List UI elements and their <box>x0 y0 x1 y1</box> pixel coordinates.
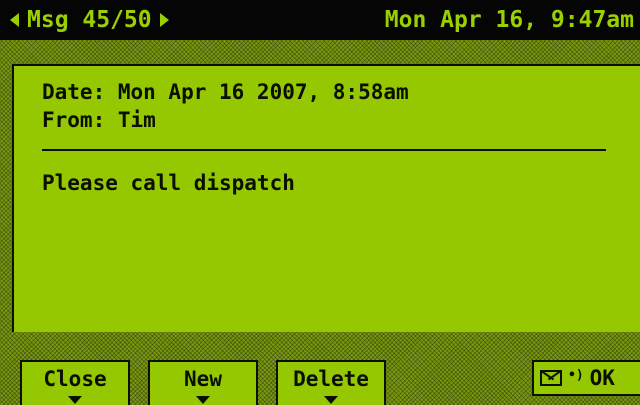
down-arrow-icon <box>68 396 82 404</box>
close-button[interactable]: Close <box>20 360 130 405</box>
down-arrow-icon <box>196 396 210 404</box>
new-button[interactable]: New <box>148 360 258 405</box>
down-arrow-icon <box>324 396 338 404</box>
close-button-label: Close <box>43 367 107 391</box>
next-message-icon[interactable] <box>159 13 169 27</box>
delete-button-label: Delete <box>293 367 369 391</box>
ok-button-label: OK <box>589 366 615 390</box>
status-bar: Msg 45/50 Mon Apr 16, 9:47am <box>0 0 640 40</box>
message-sender: From: Tim <box>42 108 156 132</box>
message-body: Please call dispatch <box>42 171 295 195</box>
message-panel: Date: Mon Apr 16 2007, 8:58am From: Tim … <box>12 64 640 332</box>
message-counter: Msg 45/50 <box>27 7 152 33</box>
message-header: Date: Mon Apr 16 2007, 8:58am From: Tim <box>42 78 409 134</box>
new-button-label: New <box>184 367 222 391</box>
delete-button[interactable]: Delete <box>276 360 386 405</box>
message-navigator: Msg 45/50 <box>10 0 169 40</box>
divider <box>42 149 606 151</box>
ok-button[interactable]: •) OK <box>532 360 640 396</box>
envelope-icon <box>540 370 562 386</box>
signal-icon: •) <box>568 367 584 383</box>
clock: Mon Apr 16, 9:47am <box>384 7 634 33</box>
previous-message-icon[interactable] <box>10 13 19 27</box>
message-date: Date: Mon Apr 16 2007, 8:58am <box>42 80 409 104</box>
